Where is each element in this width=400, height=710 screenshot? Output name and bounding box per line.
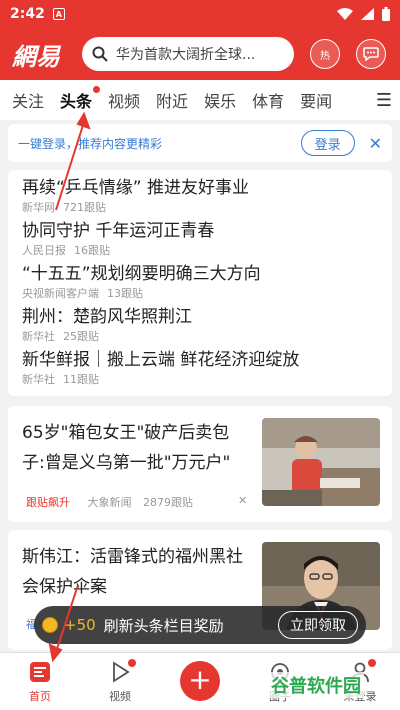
story-comments: 11跟贴 [63,373,99,386]
coin-icon [42,617,58,633]
nav-home-label: 首页 [29,690,51,703]
hot-label: 热 [320,50,330,62]
publish-button[interactable]: + [180,661,220,701]
status-bar: 2:42 A [0,0,400,28]
wifi-icon [337,8,353,20]
close-icon[interactable]: ✕ [369,134,382,153]
list-item[interactable]: 荆州：楚韵风华照荆江 新华社 25跟贴 [22,305,378,348]
channel-menu-button[interactable]: ☰ [368,80,400,120]
nav-home[interactable]: 首页 [10,661,70,704]
claim-reward-button[interactable]: 立即领取 [278,611,358,639]
tab-sports[interactable]: 体育 [252,88,284,112]
tab-headlines[interactable]: 头条 [60,86,101,112]
channel-tabs: 关注 头条 视频 附近 娱乐 体育 要闻 ☰ [0,80,400,120]
story-title: 再续“乒乓情缘” 推进友好事业 [22,178,250,198]
search-icon [92,46,108,62]
story-source: 新华社 [22,330,55,343]
story-title: 新华鲜报｜搬上云端 鲜花经济迎绽放 [22,350,300,370]
message-button[interactable] [356,39,386,69]
tab-video[interactable]: 视频 [108,88,140,112]
tab-top-news[interactable]: 要闻 [300,88,332,112]
notification-app-icon: A [52,8,65,20]
app-header: 網易 华为首款大阔折全球... 热 [0,28,400,80]
list-item[interactable]: 再续“乒乓情缘” 推进友好事业 新华网 721跟贴 [22,176,378,219]
watermark: 谷普软件园 [268,672,364,698]
news-title: 斯伟江：活雷锋式的福州黑社会保护伞案 [22,547,243,597]
login-prompt-text[interactable]: 一键登录，推荐内容更精彩 [18,135,162,152]
tab-headlines-label: 头条 [60,92,93,111]
hot-list-button[interactable]: 热 [310,39,340,69]
plus-icon: + [188,663,212,696]
tab-entertainment[interactable]: 娱乐 [204,88,236,112]
dismiss-icon[interactable]: ✕ [238,494,247,507]
home-news-icon [30,662,50,682]
story-title: “十五五”规划纲要明确三大方向 [22,264,261,284]
reward-banner: +50 刷新头条栏目奖励 立即领取 [34,606,366,644]
tab-follow[interactable]: 关注 [12,88,44,112]
reward-text: 刷新头条栏目奖励 [103,616,224,635]
story-comments: 16跟贴 [74,244,110,257]
top-stories-card: 再续“乒乓情缘” 推进友好事业 新华网 721跟贴 协同守护 千年运河正青春 人民… [8,170,392,396]
list-item[interactable]: 新华鲜报｜搬上云端 鲜花经济迎绽放 新华社 11跟贴 [22,348,378,391]
story-comments: 13跟贴 [107,287,143,300]
login-prompt: 一键登录，推荐内容更精彩 登录 ✕ [8,124,392,162]
story-title: 协同守护 千年运河正青春 [22,221,215,241]
notification-dot [368,659,376,667]
story-source: 新华社 [22,373,55,386]
story-source: 央视新闻客户端 [22,287,99,300]
news-thumbnail [262,418,380,506]
search-placeholder: 华为首款大阔折全球... [116,47,256,63]
nav-video[interactable]: 视频 [90,659,150,704]
search-box[interactable]: 华为首款大阔折全球... [82,37,294,71]
news-comments: 2879跟贴 [143,496,193,509]
status-icons [337,7,390,21]
netease-logo[interactable]: 網易 [12,37,76,72]
news-title: 65岁"箱包女王"破产后卖包子:曾是义乌第一批"万元户" [22,423,231,473]
menu-icon: ☰ [375,89,393,111]
news-source: 大象新闻 [87,496,132,509]
status-time: 2:42 [10,6,45,22]
story-source: 人民日报 [22,244,66,257]
story-comments: 25跟贴 [63,330,99,343]
list-item[interactable]: “十五五”规划纲要明确三大方向 央视新闻客户端 13跟贴 [22,262,378,305]
login-button[interactable]: 登录 [300,130,355,156]
reward-points: +50 [64,616,96,634]
nav-video-label: 视频 [109,690,131,703]
news-card[interactable]: 65岁"箱包女王"破产后卖包子:曾是义乌第一批"万元户" 跟贴飙升 大象新闻 2… [8,406,392,522]
chat-bubble-icon [363,47,379,61]
story-comments: 721跟贴 [63,201,106,214]
tab-nearby[interactable]: 附近 [156,88,188,112]
tab-new-dot [93,86,101,93]
list-item[interactable]: 协同守护 千年运河正青春 人民日报 16跟贴 [22,219,378,262]
battery-icon [382,7,390,21]
story-title: 荆州：楚韵风华照荆江 [22,307,192,327]
news-meta: 跟贴飙升 大象新闻 2879跟贴 ✕ [26,494,247,510]
notification-dot [128,659,136,667]
trending-badge: 跟贴飙升 [26,496,70,509]
story-source: 新华网 [22,201,55,214]
signal-icon [361,8,374,20]
